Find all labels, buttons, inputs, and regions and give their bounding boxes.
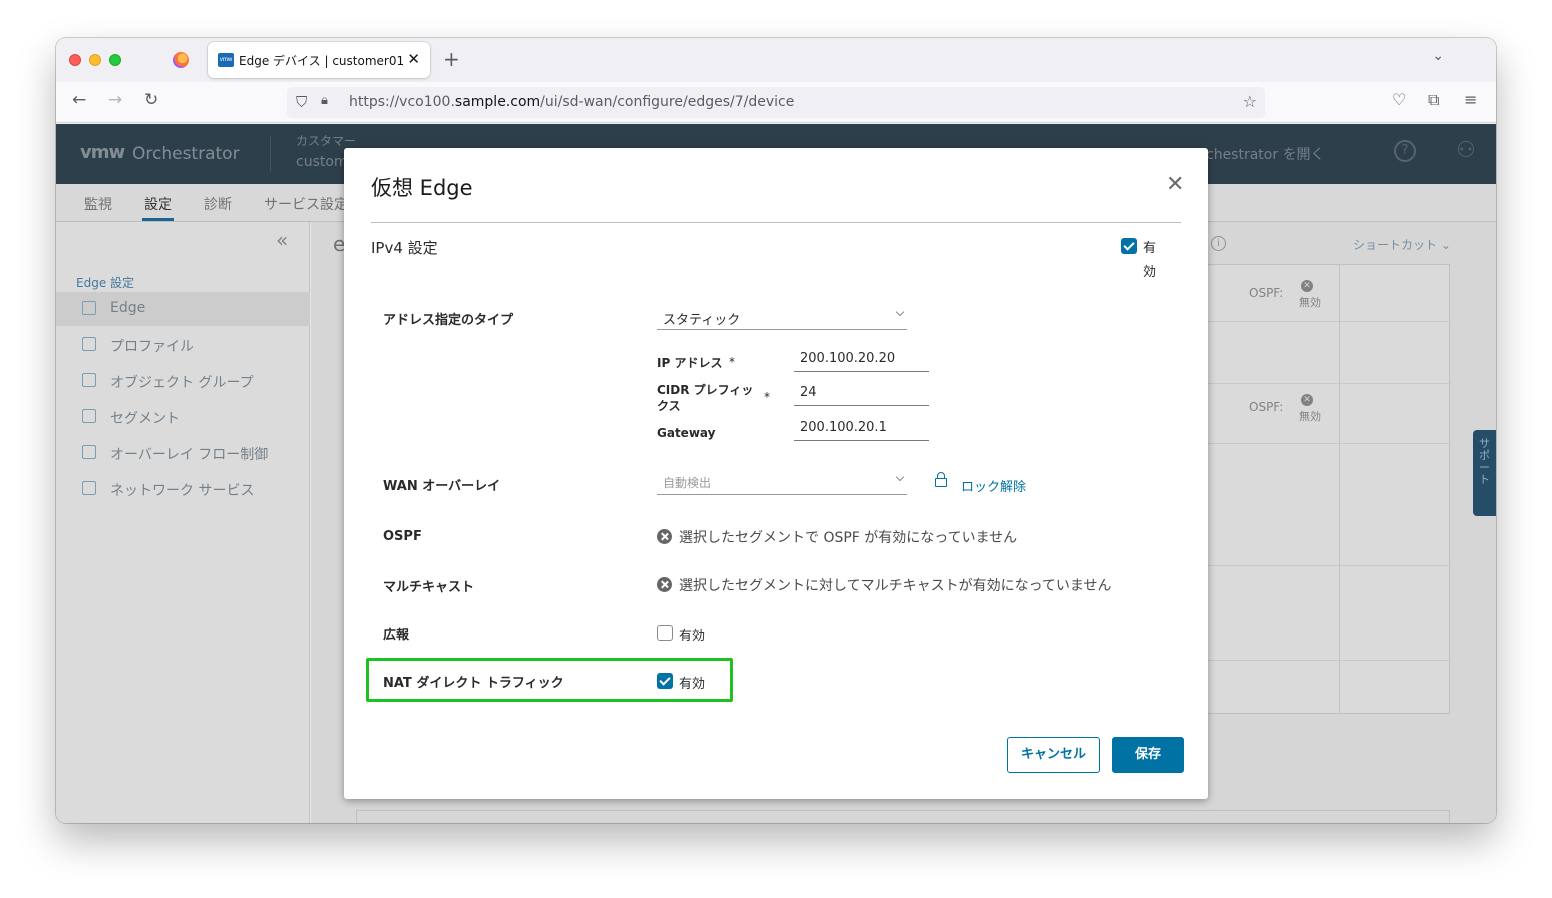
ipv4-enabled-checkbox[interactable] [1121, 238, 1137, 254]
multicast-note: 選択したセグメントに対してマルチキャストが有効になっていません [679, 578, 1112, 594]
disabled-x-icon [657, 577, 672, 592]
back-arrow-icon[interactable]: ← [72, 90, 86, 110]
ipv4-enabled-label: 有効 [1143, 241, 1157, 280]
firefox-icon [173, 52, 189, 68]
shield-icon[interactable]: ⛉ [296, 93, 307, 111]
chevron-down-icon [895, 307, 905, 317]
close-icon[interactable]: ✕ [1166, 174, 1184, 196]
disabled-x-icon [657, 529, 672, 544]
close-window-button[interactable] [69, 54, 81, 66]
new-tab-icon[interactable]: + [443, 47, 460, 71]
wan-overlay-select[interactable]: 自動検出 [657, 471, 907, 495]
lock-icon[interactable] [935, 472, 947, 487]
tab-bar: vmw Edge デバイス | customer01 | VMw ✕ + ⌄ [56, 38, 1496, 82]
ip-address-value: 200.100.20.20 [800, 351, 896, 366]
virtual-edge-dialog: 仮想 Edge ✕ IPv4 設定 有効 アドレス指定のタイプ スタティック I… [344, 148, 1208, 799]
dialog-title: 仮想 Edge [371, 176, 473, 200]
ospf-label: OSPF [383, 529, 422, 544]
nat-direct-traffic-label: NAT ダイレクト トラフィック [383, 676, 564, 691]
multicast-label: マルチキャスト [383, 580, 475, 595]
advertise-checkbox[interactable] [657, 625, 673, 641]
advertise-enabled-label: 有効 [679, 629, 706, 644]
tab-close-icon[interactable]: ✕ [407, 50, 420, 68]
ip-address-field[interactable]: 200.100.20.20 [794, 348, 929, 372]
required-mark: * [764, 390, 770, 404]
address-type-label: アドレス指定のタイプ [383, 313, 514, 328]
unlock-link[interactable]: ロック解除 [961, 476, 1026, 495]
browser-tab[interactable]: vmw Edge デバイス | customer01 | VMw ✕ [208, 42, 430, 78]
bookmark-star-icon[interactable]: ☆ [1243, 92, 1257, 111]
dialog-divider [371, 222, 1181, 223]
wan-overlay-value: 自動検出 [663, 476, 712, 490]
advertise-label: 広報 [383, 628, 410, 643]
menu-icon[interactable]: ≡ [1464, 90, 1477, 109]
address-type-select[interactable]: スタティック [657, 306, 907, 330]
cidr-prefix-label: CIDR プレフィッ クス [657, 383, 754, 413]
wan-overlay-label: WAN オーバーレイ [383, 479, 501, 494]
address-type-value: スタティック [663, 313, 741, 328]
chevron-down-icon [895, 472, 905, 482]
tab-list-chevron-icon[interactable]: ⌄ [1432, 48, 1444, 64]
vmware-favicon-icon: vmw [218, 53, 234, 67]
save-button[interactable]: 保存 [1112, 737, 1184, 773]
nat-direct-traffic-checkbox[interactable] [657, 673, 673, 689]
url-text[interactable]: https://vco100.sample.com/ui/sd-wan/conf… [349, 94, 794, 110]
gateway-value: 200.100.20.1 [800, 420, 887, 435]
navigation-bar: ← → ↻ ⛉ 🔒︎ https://vco100.sample.com/ui/… [56, 82, 1496, 123]
pocket-icon[interactable]: ♡ [1392, 90, 1406, 109]
forward-arrow-icon[interactable]: → [108, 90, 122, 110]
reload-icon[interactable]: ↻ [144, 90, 158, 110]
cidr-prefix-field[interactable]: 24 [794, 382, 929, 406]
ipv4-section-title: IPv4 設定 [371, 239, 438, 257]
cancel-button[interactable]: キャンセル [1007, 737, 1100, 773]
minimize-window-button[interactable] [89, 54, 101, 66]
ospf-note: 選択したセグメントで OSPF が有効になっていません [679, 530, 1018, 546]
tab-title: Edge デバイス | customer01 | VMw [239, 54, 404, 68]
ip-address-label: IP アドレス [657, 356, 723, 370]
lock-icon[interactable]: 🔒︎ [321, 93, 328, 108]
cidr-prefix-value: 24 [800, 385, 817, 400]
nat-enabled-label: 有効 [679, 677, 706, 692]
gateway-field[interactable]: 200.100.20.1 [794, 417, 929, 441]
maximize-window-button[interactable] [109, 54, 121, 66]
gateway-label: Gateway [657, 426, 716, 440]
url-bar[interactable]: ⛉ 🔒︎ https://vco100.sample.com/ui/sd-wan… [287, 87, 1265, 118]
required-mark: * [729, 355, 735, 369]
extensions-icon[interactable]: ⧉ [1428, 90, 1439, 110]
